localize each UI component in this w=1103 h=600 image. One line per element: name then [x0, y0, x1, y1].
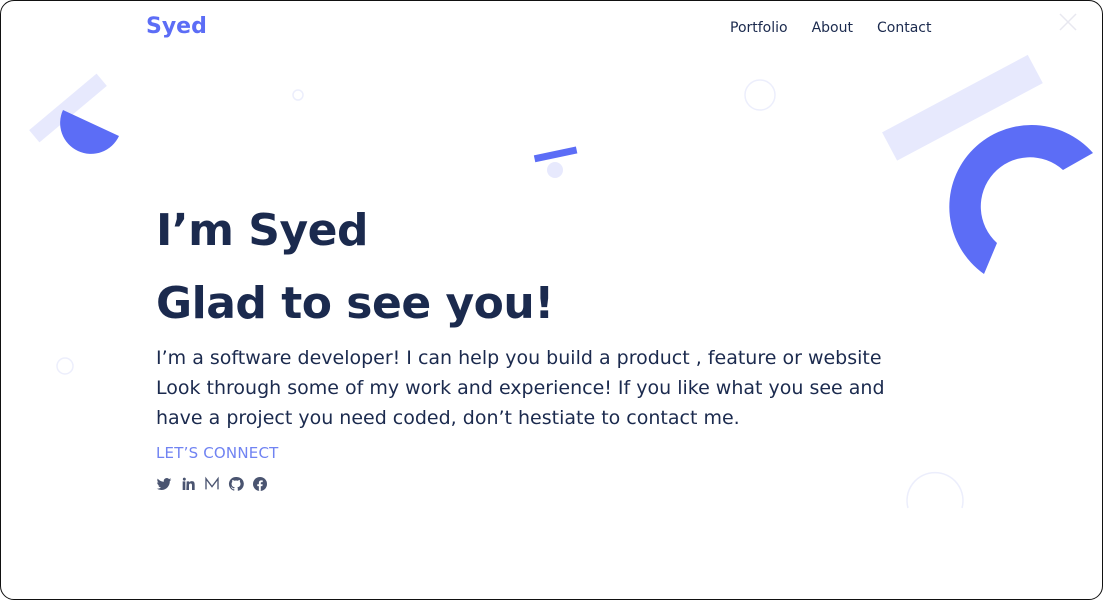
- linkedin-icon: [182, 477, 195, 490]
- social-links: [156, 476, 268, 492]
- decorative-circle-small-2: [744, 79, 776, 111]
- twitter-icon: [156, 478, 172, 491]
- hero-intro: I’m a software developer! I can help you…: [156, 347, 885, 429]
- close-icon[interactable]: [1058, 12, 1078, 32]
- facebook-icon: [253, 477, 267, 491]
- decorative-circle-small-1: [292, 89, 304, 101]
- nav-link-about[interactable]: About: [812, 20, 853, 36]
- medium-link[interactable]: [204, 476, 220, 492]
- decorative-bar-mid: [533, 146, 578, 163]
- brand-logo[interactable]: Syed: [146, 14, 207, 39]
- medium-icon: [205, 476, 219, 490]
- github-link[interactable]: [228, 476, 244, 492]
- decorative-ring: [949, 125, 1093, 274]
- decorative-circle-small-3: [56, 357, 74, 375]
- nav-link-contact[interactable]: Contact: [877, 20, 931, 36]
- twitter-link[interactable]: [156, 476, 172, 492]
- linkedin-link[interactable]: [180, 476, 196, 492]
- hero-heading-greeting: Glad to see you!: [156, 278, 554, 329]
- decorative-dot-mid: [547, 162, 563, 178]
- lets-connect-link[interactable]: LET’S CONNECT: [156, 444, 279, 462]
- hero-heading-name: I’m Syed: [156, 205, 368, 256]
- facebook-link[interactable]: [252, 476, 268, 492]
- decorative-arc-bottom-right: [906, 471, 964, 509]
- nav-link-portfolio[interactable]: Portfolio: [730, 20, 788, 36]
- main-nav: Portfolio About Contact: [730, 20, 931, 36]
- github-icon: [228, 476, 244, 491]
- decorative-half-circle: [60, 110, 119, 154]
